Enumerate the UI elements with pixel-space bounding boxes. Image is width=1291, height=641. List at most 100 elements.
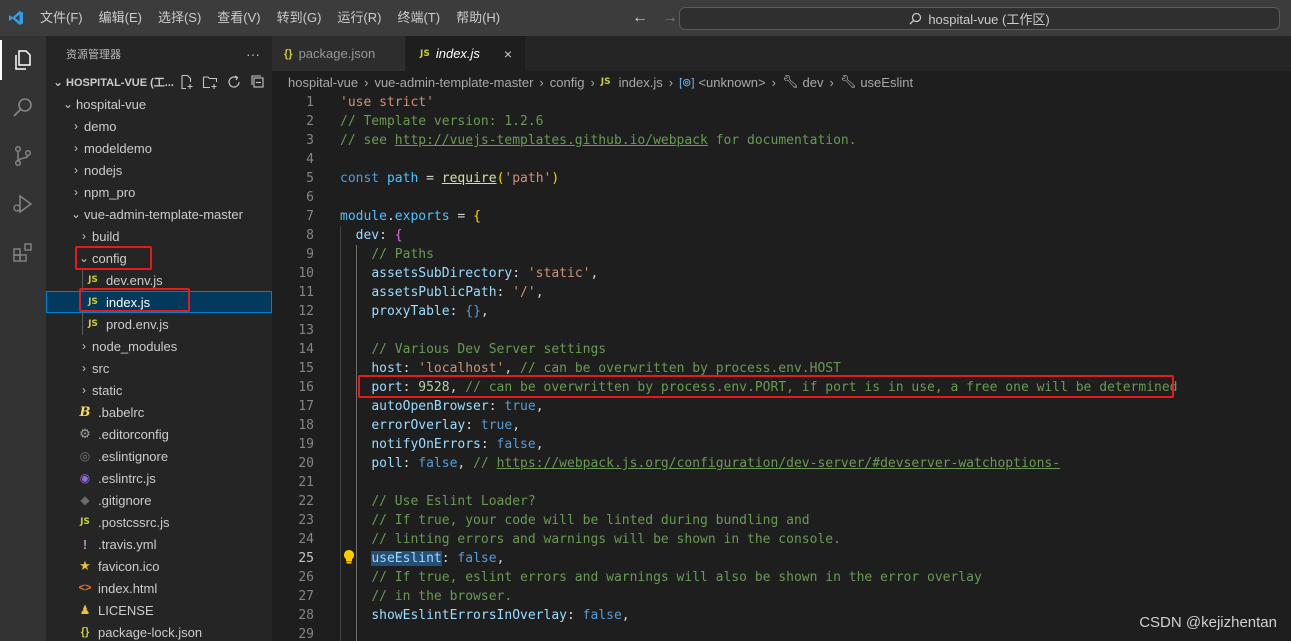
tree-file-index-js[interactable]: JS index.js (46, 291, 272, 313)
search-icon[interactable] (0, 84, 46, 132)
breadcrumb-item[interactable]: dev (803, 75, 824, 90)
code-comment: // can be overwritten by process.env.POR… (465, 380, 1178, 395)
breadcrumb-item[interactable]: hospital-vue (288, 75, 358, 90)
breadcrumb-item[interactable]: vue-admin-template-master (374, 75, 533, 90)
tree-label: demo (84, 118, 117, 134)
menu-terminal[interactable]: 终端(T) (389, 0, 448, 36)
code-line: 23 // If true, your code will be linted … (272, 511, 1291, 530)
refresh-icon[interactable] (226, 74, 242, 90)
tree-file-eslintrc-js[interactable]: ◉ .eslintrc.js (46, 467, 272, 489)
tab-index-js[interactable]: JS index.js × (406, 36, 526, 71)
code-link[interactable]: https://webpack.js.org/configuration/dev… (497, 456, 1061, 471)
line-number: 22 (298, 494, 314, 509)
tree-label: .eslintrc.js (98, 470, 156, 486)
source-control-icon[interactable] (0, 132, 46, 180)
tree-folder-hospital-vue[interactable]: ⌄ hospital-vue (46, 93, 272, 115)
breadcrumb-item[interactable]: config (550, 75, 585, 90)
line-number: 2 (306, 114, 314, 129)
breadcrumb-item[interactable]: useEslint (860, 75, 913, 90)
code-editor[interactable]: 1 'use strict' 2 // Template version: 1.2.… (272, 93, 1291, 641)
tree-file-favicon-ico[interactable]: ★ favicon.ico (46, 555, 272, 577)
tree-folder-config[interactable]: ⌄ config (46, 247, 272, 269)
breadcrumb-item[interactable]: <unknown> (698, 75, 765, 90)
tab-package-json[interactable]: {} package.json (272, 36, 406, 71)
line-number: 16 (298, 380, 314, 395)
breadcrumb-item[interactable]: index.js (619, 75, 663, 90)
tree-folder-build[interactable]: › build (46, 225, 272, 247)
tree-file-index-html[interactable]: <> index.html (46, 577, 272, 599)
tree-file-babelrc[interactable]: B .babelrc (46, 401, 272, 423)
line-number: 26 (298, 570, 314, 585)
tree-label: .gitignore (98, 492, 152, 508)
tree-label: node_modules (92, 338, 178, 354)
lightbulb-icon[interactable] (342, 549, 356, 565)
explorer-sidebar: 资源管理器 ··· ⌄ HOSPITAL-VUE (工... ⌄ hospita… (46, 36, 272, 641)
code-comment: // Use Eslint Loader? (371, 494, 536, 509)
tree-folder-nodejs[interactable]: › nodejs (46, 159, 272, 181)
more-actions-icon[interactable]: ··· (246, 46, 260, 62)
back-arrow-icon[interactable]: ← (632, 9, 648, 27)
extensions-icon[interactable] (0, 228, 46, 276)
tree-label: config (92, 250, 127, 266)
tree-folder-modeldemo[interactable]: › modeldemo (46, 137, 272, 159)
tree-file-gitignore[interactable]: ◆ .gitignore (46, 489, 272, 511)
forward-arrow-icon[interactable]: → (662, 9, 678, 27)
code-line: 15 host: 'localhost', // can be overwrit… (272, 359, 1291, 378)
tree-file-editorconfig[interactable]: ⚙ .editorconfig (46, 423, 272, 445)
line-number: 13 (298, 323, 314, 338)
menu-view[interactable]: 查看(V) (209, 0, 268, 36)
menu-selection[interactable]: 选择(S) (150, 0, 209, 36)
new-folder-icon[interactable] (202, 74, 218, 90)
license-icon: ♟ (79, 603, 91, 617)
code-line: 12 proxyTable: {}, (272, 302, 1291, 321)
chevron-right-icon: › (74, 141, 78, 155)
code-token: module (340, 209, 387, 224)
code-line: 27 // in the browser. (272, 587, 1291, 606)
tree-file-postcssrc-js[interactable]: JS .postcssrc.js (46, 511, 272, 533)
code-line: 17 autoOpenBrowser: true, (272, 397, 1291, 416)
code-token: path (386, 171, 419, 186)
tree-file-package-lock-json[interactable]: {} package-lock.json (46, 621, 272, 641)
menu-file[interactable]: 文件(F) (32, 0, 91, 36)
chevron-right-icon: › (82, 229, 86, 243)
line-number: 20 (298, 456, 314, 471)
explorer-header: 资源管理器 ··· (46, 36, 272, 71)
tree-folder-demo[interactable]: › demo (46, 115, 272, 137)
code-link[interactable]: http://vuejs-templates.github.io/webpack (395, 133, 708, 148)
tree-folder-src[interactable]: › src (46, 357, 272, 379)
command-center-search[interactable]: hospital-vue (工作区) (679, 7, 1280, 30)
tree-folder-static[interactable]: › static (46, 379, 272, 401)
run-debug-icon[interactable] (0, 180, 46, 228)
code-token: '/' (512, 285, 536, 300)
tree-file-prod-env-js[interactable]: JS prod.env.js (46, 313, 272, 335)
explorer-icon[interactable] (0, 36, 46, 84)
code-line: 13 (272, 321, 1291, 340)
close-icon[interactable]: × (504, 46, 512, 62)
menu-edit[interactable]: 编辑(E) (91, 0, 150, 36)
tree-file-travis-yml[interactable]: ! .travis.yml (46, 533, 272, 555)
menu-go[interactable]: 转到(G) (269, 0, 330, 36)
menu-help[interactable]: 帮助(H) (448, 0, 508, 36)
code-line: 19 notifyOnErrors: false, (272, 435, 1291, 454)
tree-file-dev-env-js[interactable]: JS dev.env.js (46, 269, 272, 291)
tree-file-license[interactable]: ♟ LICENSE (46, 599, 272, 621)
new-file-icon[interactable] (178, 74, 194, 90)
tree-folder-vue-admin-template-master[interactable]: ⌄ vue-admin-template-master (46, 203, 272, 225)
tree-folder-node-modules[interactable]: › node_modules (46, 335, 272, 357)
code-line: 29 (272, 625, 1291, 641)
tree-label: modeldemo (84, 140, 152, 156)
code-token: 'localhost' (418, 361, 505, 376)
chevron-right-icon: › (829, 74, 834, 90)
code-line: 1 'use strict' (272, 93, 1291, 112)
code-token: host (371, 361, 403, 376)
chevron-right-icon: › (82, 361, 86, 375)
menu-run[interactable]: 运行(R) (329, 0, 389, 36)
code-line: 18 errorOverlay: true, (272, 416, 1291, 435)
line-number: 10 (298, 266, 314, 281)
workspace-root[interactable]: ⌄ HOSPITAL-VUE (工... (46, 71, 272, 93)
star-icon: ★ (79, 558, 91, 573)
code-token: false (418, 456, 458, 471)
collapse-all-icon[interactable] (250, 74, 266, 90)
tree-folder-npm-pro[interactable]: › npm_pro (46, 181, 272, 203)
tree-file-eslintignore[interactable]: ◎ .eslintignore (46, 445, 272, 467)
